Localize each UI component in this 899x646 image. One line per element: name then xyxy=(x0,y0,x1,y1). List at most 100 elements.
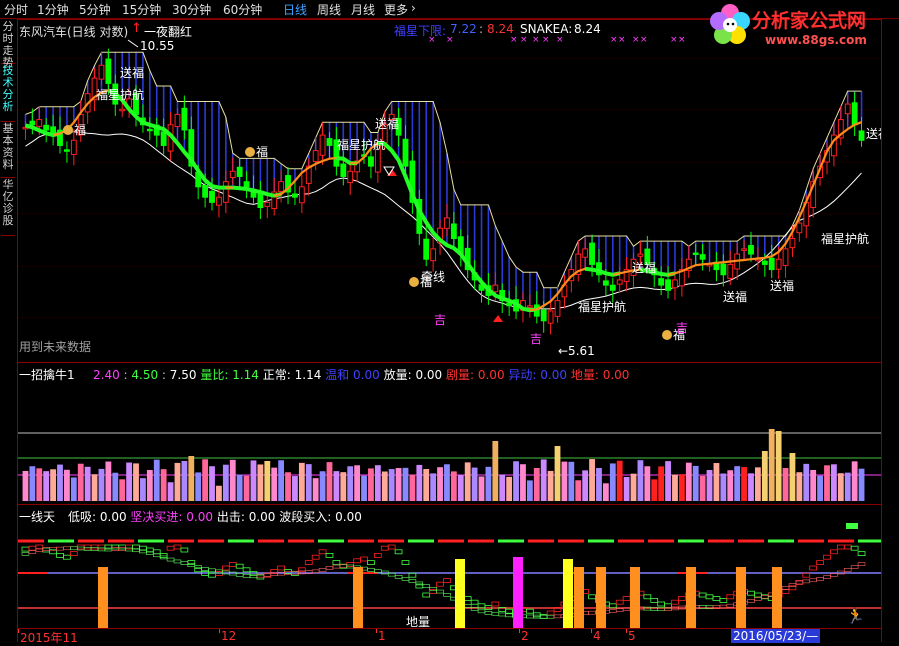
volume-bar xyxy=(153,459,160,501)
candle-body xyxy=(540,309,547,322)
step-box xyxy=(104,544,113,550)
volume-bar xyxy=(499,474,506,501)
volume-bar xyxy=(167,482,174,501)
volume-bar xyxy=(181,460,188,501)
volume-bar xyxy=(713,463,720,501)
step-box xyxy=(401,560,410,565)
step-box xyxy=(242,567,251,573)
volume-bar xyxy=(43,471,50,501)
left-tab-2[interactable]: 基本资料 xyxy=(1,123,15,178)
tab-0[interactable]: 分时 xyxy=(4,1,28,18)
mid-value-1: 4.50 xyxy=(131,368,159,382)
fu-bag-icon xyxy=(662,330,672,340)
volume-bar xyxy=(803,463,810,501)
step-box xyxy=(346,562,355,567)
main-price-panel[interactable]: 送福送福送福送福送福送福福星护航福星护航福星护航福星护航福福福福牵线吉吉吉10.… xyxy=(18,19,881,363)
step-box xyxy=(235,563,244,569)
step-box xyxy=(152,549,161,555)
step-box xyxy=(609,609,617,613)
candle-body xyxy=(298,186,305,204)
step-box xyxy=(394,575,403,579)
left-tab-0[interactable]: 分时走势 xyxy=(1,21,15,69)
volume-bar xyxy=(50,469,56,501)
step-box xyxy=(747,590,755,596)
more-arrow-icon[interactable]: › xyxy=(411,1,416,15)
date-label-0: 2015年11 xyxy=(20,631,78,645)
mid-value-0: 2.40 xyxy=(93,368,120,382)
step-box xyxy=(28,545,37,551)
step-box xyxy=(304,560,313,565)
candle-body xyxy=(181,107,188,131)
songfu-label: 送福 xyxy=(723,289,747,304)
readout-label-1: 福星下限: xyxy=(394,24,447,38)
step-box xyxy=(429,589,437,594)
volume-bar xyxy=(547,470,554,501)
step-box xyxy=(118,544,127,550)
step-box xyxy=(443,578,451,583)
fuxing-label: 福星护航 xyxy=(96,87,144,102)
mid-value-5: 0.00 xyxy=(353,368,380,382)
volume-bar xyxy=(195,472,202,501)
tab-5[interactable]: 60分钟 xyxy=(223,1,262,18)
signal-bar xyxy=(574,567,584,629)
step-box xyxy=(166,545,175,551)
tab-6[interactable]: 日线 xyxy=(283,1,307,18)
volume-bar xyxy=(388,469,395,501)
step-box xyxy=(436,589,444,594)
volume-bar xyxy=(741,467,747,501)
volume-bar xyxy=(526,480,533,501)
volume-bar xyxy=(188,456,195,501)
step-box xyxy=(173,559,182,564)
step-box xyxy=(311,554,320,560)
price-chart[interactable]: 送福送福送福送福送福送福福星护航福星护航福星护航福星护航福福福福牵线吉吉吉10.… xyxy=(18,20,881,363)
step-box xyxy=(823,575,831,579)
songfu-label: 送福 xyxy=(120,65,144,80)
step-box xyxy=(159,553,168,558)
volume-indicator-panel[interactable]: 一招擒牛1 2.40 : 4.50 : 7.50 量比: 1.14 正常: 1.… xyxy=(18,362,881,505)
candle-body xyxy=(278,181,285,193)
volume-bar xyxy=(105,461,112,501)
tab-9[interactable]: 更多 xyxy=(384,1,408,18)
logo-text: 分析家公式网 xyxy=(752,10,867,32)
step-box xyxy=(850,545,859,551)
candle-body xyxy=(222,181,229,203)
volume-bar xyxy=(257,464,264,501)
step-box xyxy=(657,601,666,607)
logo-flower-icon xyxy=(710,4,750,44)
volume-bar xyxy=(506,476,513,501)
volume-bar xyxy=(236,474,243,501)
tab-1[interactable]: 1分钟 xyxy=(37,1,69,18)
volume-bar xyxy=(485,466,492,501)
step-box xyxy=(781,589,790,594)
tab-3[interactable]: 15分钟 xyxy=(122,1,161,18)
readout-colon: : xyxy=(479,22,484,36)
step-box xyxy=(809,565,818,571)
candle-body xyxy=(844,103,851,115)
step-box xyxy=(622,596,631,601)
tab-7[interactable]: 周线 xyxy=(317,1,341,18)
candle-body xyxy=(589,242,595,265)
volume-bar xyxy=(126,462,133,501)
volume-bar xyxy=(817,475,823,501)
step-box xyxy=(539,614,548,619)
step-box xyxy=(422,584,430,588)
tab-8[interactable]: 月线 xyxy=(351,1,375,18)
tab-4[interactable]: 30分钟 xyxy=(172,1,211,18)
step-box xyxy=(90,544,99,550)
tab-2[interactable]: 5分钟 xyxy=(79,1,111,18)
step-box xyxy=(70,546,78,551)
right-scale-strip[interactable] xyxy=(881,19,899,642)
high-label: 10.55 xyxy=(140,39,174,53)
step-box xyxy=(277,565,285,571)
volume-chart[interactable] xyxy=(18,363,881,505)
left-tab-1[interactable]: 技术分析 xyxy=(1,65,15,122)
low-title: 一线天 xyxy=(19,510,56,524)
volume-bar xyxy=(278,460,285,501)
yixiantian-panel[interactable]: 一线天 低吸: 0.00 坚决买进: 0.00 出击: 0.00 波段买入: 0… xyxy=(18,504,881,629)
step-box xyxy=(367,568,375,572)
candle-body xyxy=(699,254,706,260)
low-values: 低吸: 0.00 坚决买进: 0.00 出击: 0.00 波段买入: 0.00 xyxy=(68,508,362,525)
candle-body xyxy=(720,263,727,276)
volume-bar xyxy=(36,468,43,501)
left-tab-3[interactable]: 华亿诊股 xyxy=(1,179,15,236)
